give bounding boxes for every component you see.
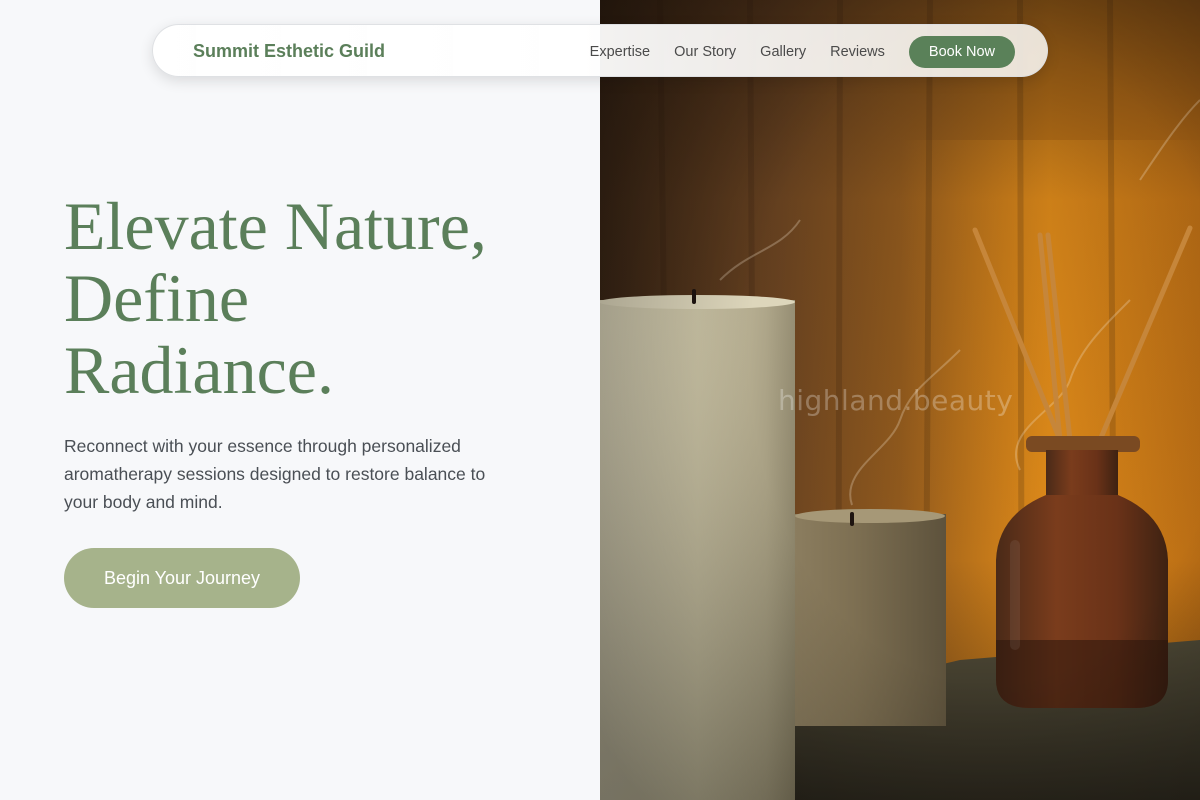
brand-logo[interactable]: Summit Esthetic Guild xyxy=(193,25,385,78)
book-now-button[interactable]: Book Now xyxy=(908,35,1015,68)
nav-link-reviews[interactable]: Reviews xyxy=(830,44,885,60)
hero-headline: Elevate Nature, Define Radiance. xyxy=(64,190,584,406)
begin-journey-button[interactable]: Begin Your Journey xyxy=(64,548,300,608)
headline-line-2: Define xyxy=(64,260,250,336)
nav-link-expertise[interactable]: Expertise xyxy=(590,44,650,60)
nav-link-our-story[interactable]: Our Story xyxy=(674,44,736,60)
headline-line-3: Radiance. xyxy=(64,332,334,408)
landing-page: highland.beauty Summit Esthetic Guild Ex… xyxy=(0,0,1200,800)
nav-link-gallery[interactable]: Gallery xyxy=(760,44,806,60)
hero-image xyxy=(600,0,1200,800)
nav-links: Expertise Our Story Gallery Reviews Book… xyxy=(590,25,1015,78)
headline-line-1: Elevate Nature, xyxy=(64,188,487,264)
hero-subtext: Reconnect with your essence through pers… xyxy=(64,436,486,512)
navbar: Summit Esthetic Guild Expertise Our Stor… xyxy=(152,24,1048,77)
